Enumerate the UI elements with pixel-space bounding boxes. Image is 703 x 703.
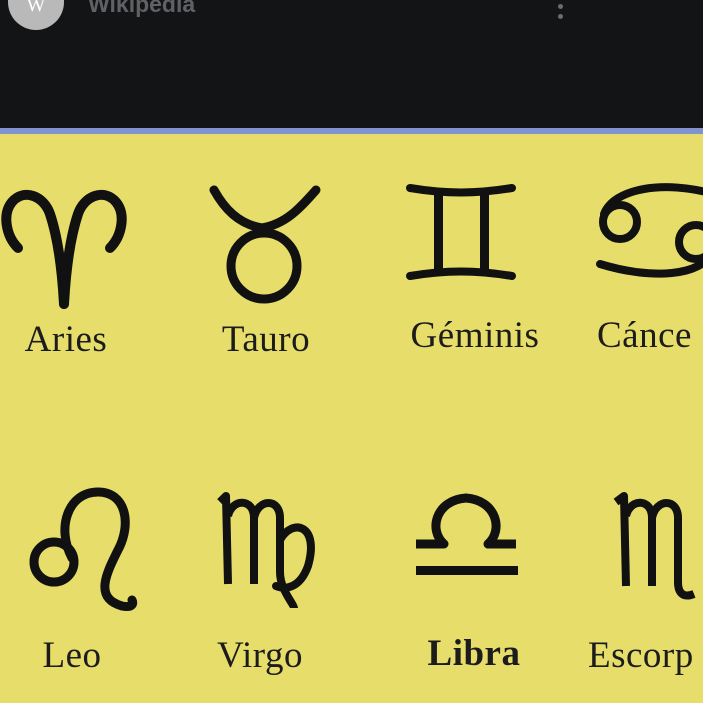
gemini-icon <box>396 176 536 316</box>
avatar-letter: W <box>26 0 46 16</box>
sign-label-cancer: Cánce <box>597 315 692 356</box>
scorpio-icon <box>613 492 703 634</box>
libra-icon <box>402 488 542 628</box>
aries-icon <box>0 178 140 318</box>
sign-label-leo: Leo <box>42 635 102 676</box>
taurus-icon <box>196 178 336 318</box>
cancer-icon <box>594 180 703 320</box>
more-options-icon[interactable] <box>548 0 572 24</box>
sign-label-escorpio: Escorp <box>588 635 694 676</box>
sign-label-aries: Aries <box>24 319 108 360</box>
sign-label-geminis: Géminis <box>410 315 540 356</box>
leo-icon <box>28 487 168 628</box>
browser-top-bar: W Wikipedia <box>0 0 703 128</box>
sign-label-libra: Libra <box>427 633 521 674</box>
site-avatar[interactable]: W <box>8 0 64 30</box>
site-name[interactable]: Wikipedia <box>88 0 195 18</box>
sign-label-tauro: Tauro <box>221 319 311 360</box>
sign-label-virgo: Virgo <box>217 635 303 676</box>
virgo-icon <box>214 492 354 634</box>
